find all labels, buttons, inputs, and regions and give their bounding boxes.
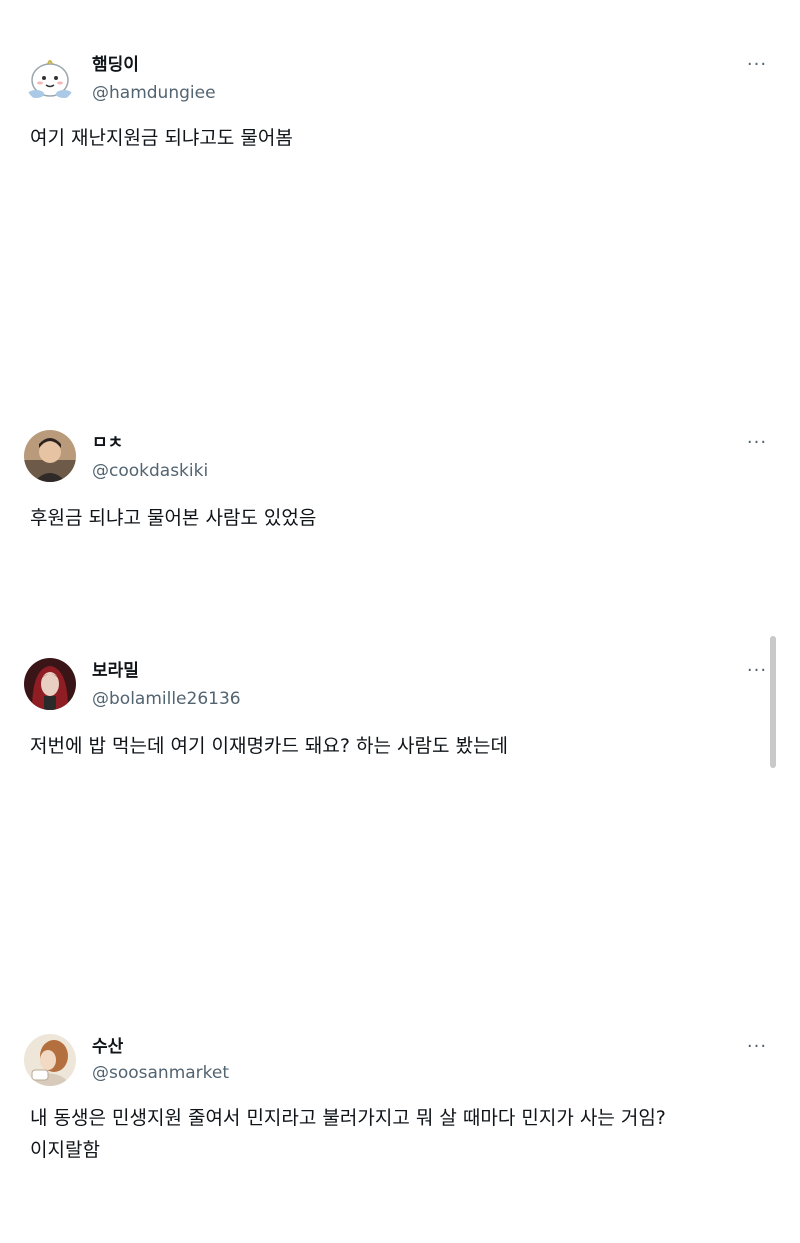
more-options-icon[interactable]: ··· — [740, 662, 774, 686]
tweet-text-line: 후원금 되냐고 물어본 사람도 있었음 — [30, 507, 317, 529]
more-options-icon[interactable]: ··· — [740, 1038, 774, 1062]
user-handle[interactable]: @cookdaskiki — [92, 460, 208, 482]
display-name[interactable]: 보라밀 — [92, 660, 139, 682]
avatar-cartoon-icon[interactable] — [24, 52, 76, 104]
tweet-text-line: 저번에 밥 먹는데 여기 이재명카드 돼요? 하는 사람도 봤는데 — [30, 735, 508, 757]
scrollbar-thumb[interactable] — [770, 636, 776, 768]
user-handle[interactable]: @hamdungiee — [92, 82, 216, 104]
display-name[interactable]: 수산 — [92, 1036, 123, 1058]
user-handle[interactable]: @soosanmarket — [92, 1062, 229, 1084]
tweet-text-line: 내 동생은 민생지원 줄여서 민지라고 불러가지고 뭐 살 때마다 민지가 사는… — [30, 1107, 666, 1129]
tweet-4[interactable]: 수산 @soosanmarket ··· 내 동생은 민생지원 줄여서 민지라고… — [0, 0, 800, 1161]
display-name[interactable]: ㅁㅊ — [92, 432, 123, 454]
tweet-text-line: 이지랄함 — [30, 1139, 100, 1161]
user-handle[interactable]: @bolamille26136 — [92, 688, 241, 710]
avatar-illustration-icon[interactable] — [24, 1034, 76, 1086]
tweet-1[interactable]: 햄딩이 @hamdungiee ··· 여기 재난지원금 되냐고도 물어봄 — [0, 0, 800, 400]
more-options-icon[interactable]: ··· — [740, 56, 774, 80]
display-name[interactable]: 햄딩이 — [92, 54, 139, 76]
avatar-illustration-icon[interactable] — [24, 658, 76, 710]
avatar-person-photo-icon[interactable] — [24, 430, 76, 482]
tweet-text-line: 여기 재난지원금 되냐고도 물어봄 — [30, 127, 293, 149]
more-options-icon[interactable]: ··· — [740, 434, 774, 458]
